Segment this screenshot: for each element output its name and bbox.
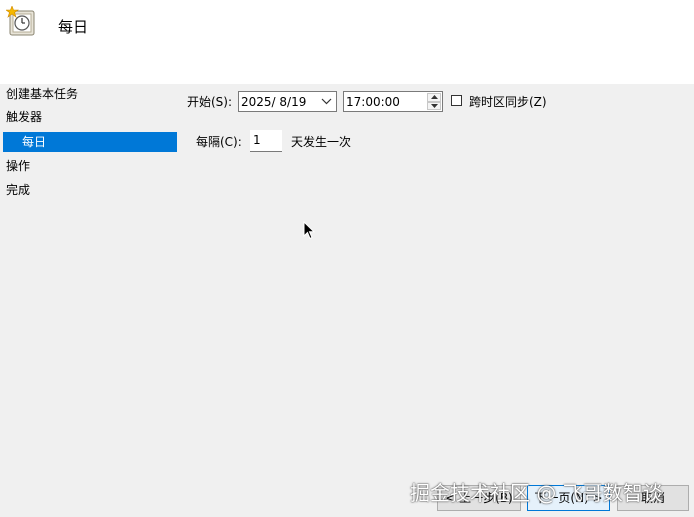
recur-days-input[interactable]: 1 xyxy=(250,130,282,152)
recur-unit-label: 天发生一次 xyxy=(291,135,352,149)
recur-days-value: 1 xyxy=(253,133,261,147)
start-date-picker[interactable]: 2025/ 8/19 xyxy=(238,91,337,112)
sidebar-item-create-basic-task[interactable]: 创建基本任务 xyxy=(6,84,78,104)
sidebar-item-finish[interactable]: 完成 xyxy=(6,180,30,200)
sidebar-item-action[interactable]: 操作 xyxy=(6,156,30,176)
recur-label: 每隔(C): xyxy=(196,135,242,149)
start-time-field[interactable]: 17:00:00 xyxy=(343,91,443,112)
spin-down-icon[interactable] xyxy=(427,101,441,110)
sync-timezone-label[interactable]: 跨时区同步(Z) xyxy=(469,92,547,112)
start-time-value: 17:00:00 xyxy=(346,95,400,109)
sync-timezone-checkbox[interactable] xyxy=(451,95,462,106)
mouse-cursor-icon xyxy=(303,220,316,243)
task-scheduler-icon xyxy=(5,5,38,38)
watermark-text: 掘金技术社区 @ 飞哥数智谈 xyxy=(410,481,663,505)
page-title: 每日 xyxy=(58,18,89,36)
time-spinner[interactable] xyxy=(427,93,441,110)
chevron-down-icon[interactable] xyxy=(321,94,332,111)
start-date-value: 2025/ 8/19 xyxy=(241,95,307,109)
sidebar-item-daily[interactable]: 每日 xyxy=(3,132,177,152)
start-label: 开始(S): xyxy=(187,95,233,109)
sidebar-item-trigger[interactable]: 触发器 xyxy=(6,107,42,127)
wizard-header: 每日 xyxy=(0,0,694,84)
spin-up-icon[interactable] xyxy=(427,93,441,102)
